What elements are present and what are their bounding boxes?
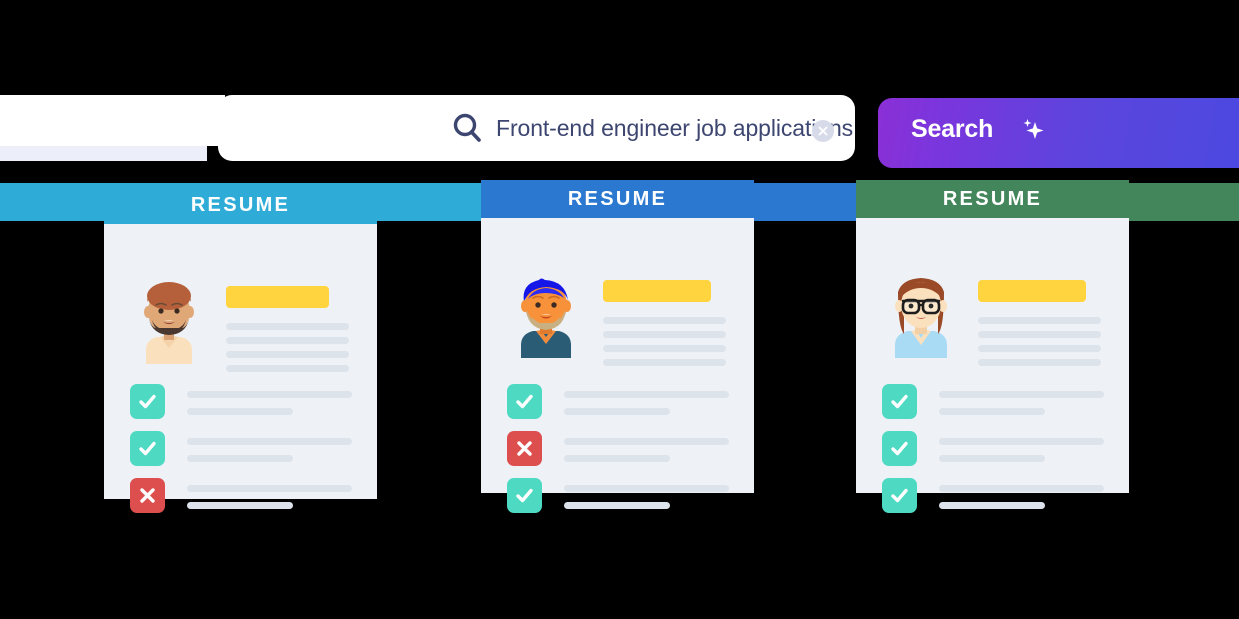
info-line (603, 317, 726, 324)
search-icon (449, 111, 487, 145)
criteria-row (507, 431, 729, 477)
info-line (603, 345, 726, 352)
search-bar[interactable]: Front-end engineer job applications (218, 95, 855, 161)
resume-card-title: RESUME (567, 187, 668, 210)
info-line (603, 359, 726, 366)
info-line (226, 365, 349, 372)
criteria-row (882, 478, 1104, 524)
info-line (226, 351, 349, 358)
criteria-row (507, 384, 729, 430)
criteria-lines (187, 438, 352, 462)
name-placeholder-bar (226, 286, 329, 308)
criteria-line (187, 455, 293, 462)
check-icon (882, 431, 917, 466)
sparkle-icon (1018, 115, 1048, 145)
resume-card-body (481, 218, 754, 513)
criteria-row (882, 431, 1104, 477)
check-icon (882, 384, 917, 419)
resume-card-title: RESUME (942, 187, 1043, 210)
criteria-row (882, 384, 1104, 430)
check-icon (507, 384, 542, 419)
criteria-lines (939, 391, 1104, 415)
check-icon (130, 384, 165, 419)
criteria-line (939, 485, 1104, 492)
info-line (226, 337, 349, 344)
resume-card-body (104, 224, 377, 513)
criteria-row (507, 478, 729, 524)
criteria-line (564, 485, 729, 492)
resume-card-header: RESUME (104, 186, 377, 224)
search-button-label: Search (911, 115, 994, 143)
screenshot-root: Front-end engineer job applications Sear… (0, 0, 1239, 619)
criteria-line (187, 485, 352, 492)
check-icon (882, 478, 917, 513)
resume-card[interactable]: RESUME (856, 180, 1129, 513)
criteria-line (187, 438, 352, 445)
criteria-lines (939, 485, 1104, 509)
criteria-lines (564, 485, 729, 509)
resume-card-header: RESUME (856, 180, 1129, 218)
criteria-lines (564, 438, 729, 462)
criteria-line (187, 502, 293, 509)
criteria-line (564, 455, 670, 462)
info-line (226, 323, 349, 330)
check-icon (507, 478, 542, 513)
criteria-row (130, 431, 352, 477)
left-white-panel (0, 95, 225, 146)
resume-card[interactable]: RESUME (481, 180, 754, 513)
criteria-row (130, 384, 352, 430)
name-placeholder-bar (603, 280, 711, 302)
resume-card-header: RESUME (481, 180, 754, 218)
resume-card-title: RESUME (190, 193, 291, 216)
criteria-lines (564, 391, 729, 415)
criteria-line (939, 438, 1104, 445)
search-input[interactable]: Front-end engineer job applications (496, 111, 853, 145)
criteria-lines (187, 391, 352, 415)
info-line (978, 317, 1101, 324)
criteria-lines (939, 438, 1104, 462)
criteria-line (939, 502, 1045, 509)
criteria-row (130, 478, 352, 524)
criteria-line (187, 391, 352, 398)
check-icon (130, 431, 165, 466)
clear-search-icon[interactable] (812, 120, 834, 142)
bearded-man-avatar (130, 278, 208, 364)
criteria-line (939, 455, 1045, 462)
criteria-line (564, 502, 670, 509)
info-line (978, 331, 1101, 338)
criteria-line (939, 391, 1104, 398)
cross-icon (130, 478, 165, 513)
info-line (603, 331, 726, 338)
left-lavender-strip (0, 146, 207, 161)
cross-icon (507, 431, 542, 466)
criteria-line (187, 408, 293, 415)
glasses-woman-avatar (882, 272, 960, 358)
criteria-line (564, 391, 729, 398)
criteria-line (564, 438, 729, 445)
resume-card[interactable]: RESUME (104, 186, 377, 513)
info-line (978, 359, 1101, 366)
search-button[interactable]: Search (878, 98, 1239, 168)
criteria-lines (187, 485, 352, 509)
name-placeholder-bar (978, 280, 1086, 302)
blue-hair-man-avatar (507, 272, 585, 358)
criteria-line (939, 408, 1045, 415)
criteria-line (564, 408, 670, 415)
info-line (978, 345, 1101, 352)
resume-card-body (856, 218, 1129, 513)
